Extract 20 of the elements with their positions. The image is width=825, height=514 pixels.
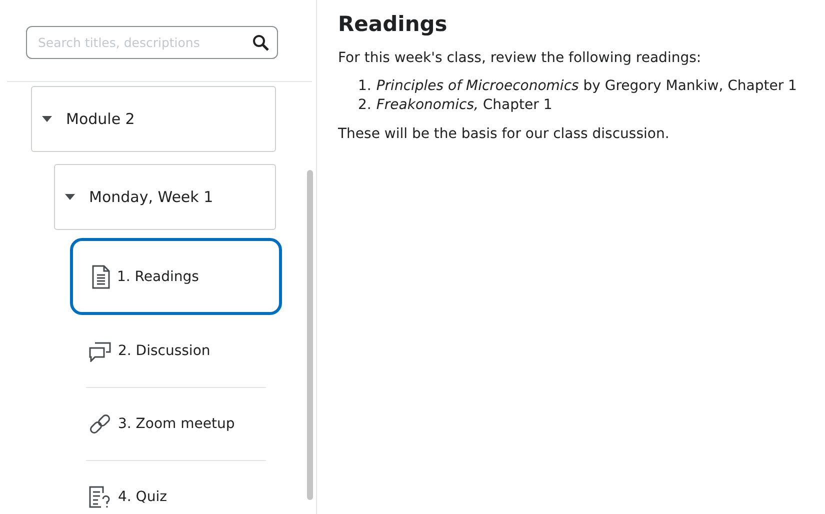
intro-text: For this week's class, review the following readings:: [338, 49, 702, 68]
quiz-icon: [88, 485, 112, 509]
page-title: Readings: [338, 12, 448, 36]
link-icon: [88, 412, 112, 436]
closing-text: These will be the basis for our class discussion.: [338, 125, 670, 144]
module-header[interactable]: Monday, Week 1: [54, 164, 276, 230]
module-title: Monday, Week 1: [89, 188, 214, 206]
caret-icon: [42, 116, 52, 122]
module-header[interactable]: Module 2: [31, 86, 276, 152]
topic-item[interactable]: 1. Readings: [70, 238, 282, 315]
document-icon: [91, 264, 111, 288]
module-title: Module 2: [66, 110, 135, 128]
search-field[interactable]: Search titles, descriptions: [26, 26, 278, 59]
reading-text: Freakonomics, Chapter 1: [376, 96, 552, 115]
reading-text: Principles of Microeconomics by Gregory Mankiw, Chapter 1: [376, 77, 797, 96]
list-number: 2.: [358, 96, 372, 115]
search-icon[interactable]: [252, 34, 269, 51]
chat-bubbles-icon: [88, 340, 112, 362]
list-number: 1.: [358, 77, 372, 96]
caret-icon: [65, 194, 75, 200]
